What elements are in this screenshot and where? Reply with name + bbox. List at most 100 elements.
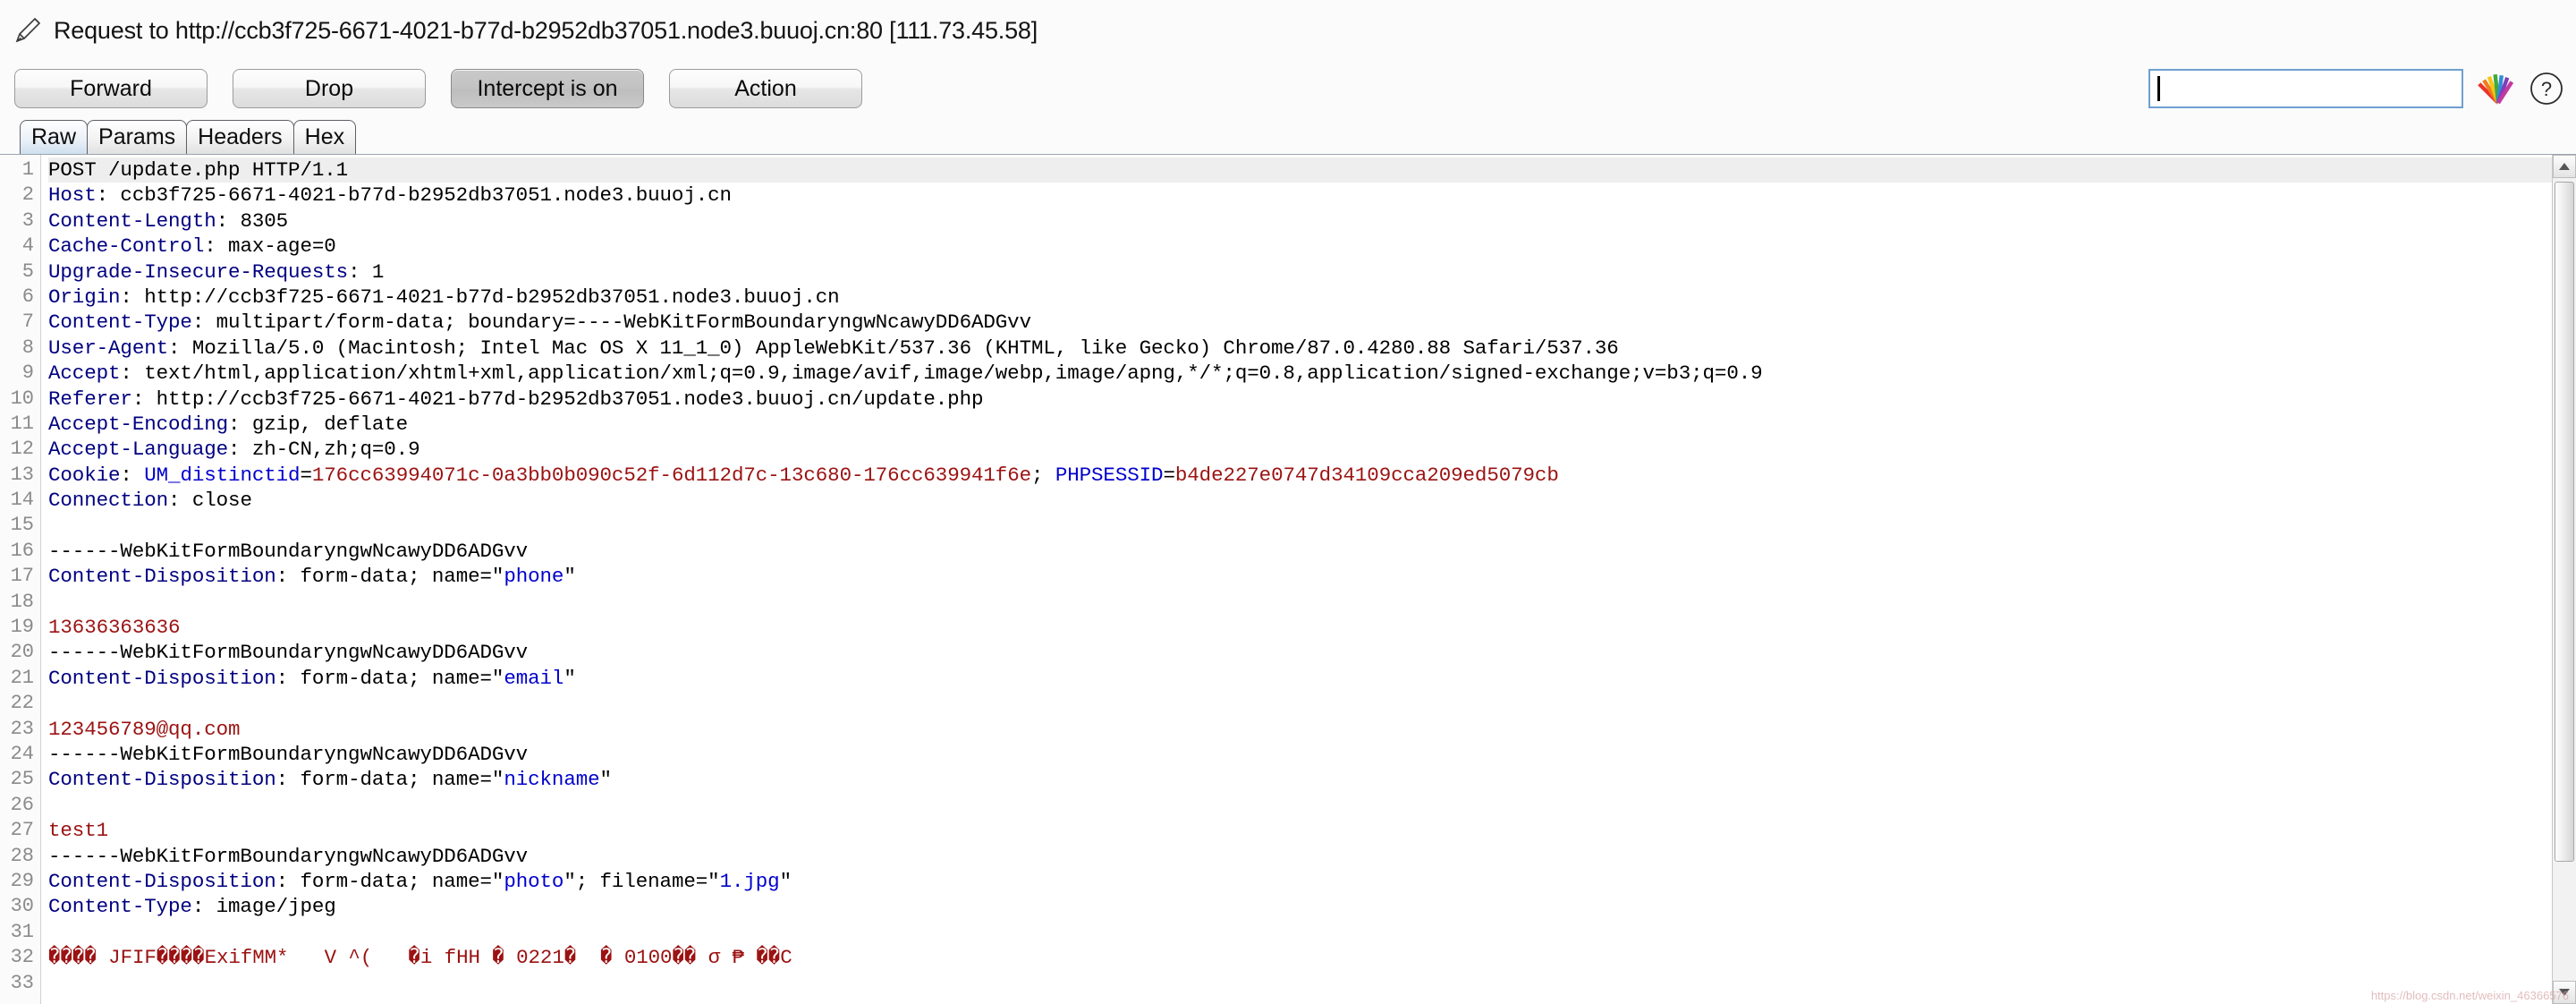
line-number: 26 (10, 793, 34, 816)
code-segment: POST /update.php HTTP/1.1 (48, 158, 349, 182)
line-number: 13 (10, 463, 34, 486)
request-text[interactable]: POST /update.php HTTP/1.1 Host: ccb3f725-… (41, 155, 2552, 1004)
code-line: Content-Length: 8305 (48, 208, 2552, 234)
message-tabs: Raw Params Headers Hex (0, 116, 2576, 154)
line-number: 21 (10, 666, 34, 689)
code-segment: User-Agent (48, 336, 169, 360)
tab-raw[interactable]: Raw (20, 120, 89, 154)
help-question-icon[interactable]: ? (2528, 70, 2565, 107)
code-segment: : close (168, 489, 252, 513)
forward-button[interactable]: Forward (14, 69, 208, 108)
code-line: Accept: text/html,application/xhtml+xml,… (48, 361, 2552, 386)
code-line: ------WebKitFormBoundaryngwNcawyDD6ADGvv (48, 539, 2552, 564)
line-number: 29 (10, 869, 34, 892)
toolbar-right-group: ? (2148, 61, 2565, 116)
search-field-wrapper[interactable] (2148, 69, 2463, 108)
burp-intercept-window: Request to http://ccb3f725-6671-4021-b77… (0, 0, 2576, 1004)
line-number: 22 (10, 692, 34, 715)
code-segment: test1 (48, 819, 109, 843)
line-number: 1 (21, 158, 34, 181)
code-segment: ------WebKitFormBoundaryngwNcawyDD6ADGvv (48, 844, 529, 868)
line-number: 10 (10, 387, 34, 410)
line-number: 18 (10, 590, 34, 613)
line-number: 24 (10, 742, 34, 765)
code-line: Accept-Encoding: gzip, deflate (48, 412, 2552, 437)
code-segment: nickname (504, 768, 600, 792)
code-segment: ------WebKitFormBoundaryngwNcawyDD6ADGvv (48, 539, 529, 563)
code-segment: Content-Length (48, 208, 216, 233)
code-line: Content-Disposition: form-data; name="ni… (48, 767, 2552, 792)
raw-editor[interactable]: 1 2 3 4 5 6 7 8 9 10 11 12 13 14 15 16 17 18 19 20 21 22 23 24 2… (0, 155, 2552, 1004)
title-bar: Request to http://ccb3f725-6671-4021-b77… (0, 0, 2576, 61)
code-segment: Content-Disposition (48, 869, 276, 893)
code-line: Content-Type: image/jpeg (48, 894, 2552, 919)
line-number: 33 (10, 971, 34, 994)
code-segment: " (564, 565, 576, 589)
tab-headers[interactable]: Headers (186, 120, 294, 154)
code-line: User-Agent: Mozilla/5.0 (Macintosh; Inte… (48, 336, 2552, 361)
code-segment: : form-data; name=" (275, 869, 504, 893)
code-segment: Host (48, 183, 97, 208)
editor-vertical-scrollbar[interactable] (2552, 155, 2576, 1004)
scrollbar-thumb[interactable] (2555, 182, 2574, 862)
code-segment: : form-data; name=" (275, 768, 504, 792)
code-segment: = (300, 463, 312, 487)
code-line: ------WebKitFormBoundaryngwNcawyDD6ADGvv (48, 640, 2552, 665)
intercept-toolbar: Forward Drop Intercept is on Action ? (0, 61, 2576, 116)
burp-suite-logo-icon (2478, 71, 2519, 106)
raw-editor-panel: 1 2 3 4 5 6 7 8 9 10 11 12 13 14 15 16 17 18 19 20 21 22 23 24 2… (0, 154, 2576, 1004)
line-number: 19 (10, 616, 34, 639)
code-line: test1 (48, 818, 2552, 843)
page-title: Request to http://ccb3f725-6671-4021-b77… (54, 16, 1038, 44)
line-number: 28 (10, 844, 34, 867)
code-line: Host: ccb3f725-6671-4021-b77d-b2952db370… (48, 183, 2552, 208)
code-line: Origin: http://ccb3f725-6671-4021-b77d-b… (48, 285, 2552, 310)
code-segment: : gzip, deflate (228, 412, 409, 436)
code-segment: ; (1031, 463, 1055, 487)
code-segment: : text/html,application/xhtml+xml,applic… (120, 362, 1763, 386)
line-number: 14 (10, 489, 34, 512)
code-segment: : 1 (348, 260, 385, 284)
code-segment: Accept-Language (48, 438, 229, 462)
code-segment: "; filename=" (564, 869, 720, 893)
scroll-up-arrow-icon[interactable] (2553, 155, 2576, 178)
code-segment: : image/jpeg (191, 895, 336, 919)
line-number: 17 (10, 565, 34, 588)
code-segment: Origin (48, 285, 121, 309)
line-number: 4 (21, 234, 34, 258)
code-line: 123456789@qq.com (48, 717, 2552, 742)
drop-button[interactable]: Drop (233, 69, 426, 108)
code-segment: PHPSESSID (1055, 463, 1164, 487)
code-segment: : http://ccb3f725-6671-4021-b77d-b2952db… (120, 285, 840, 309)
action-button[interactable]: Action (669, 69, 862, 108)
code-segment: " (599, 768, 613, 792)
search-input[interactable] (2160, 77, 2449, 100)
code-line: Accept-Language: zh-CN,zh;q=0.9 (48, 437, 2552, 462)
code-segment: : multipart/form-data; boundary=----WebK… (191, 311, 1031, 335)
line-number: 11 (10, 412, 34, 435)
code-line: 13636363636 (48, 615, 2552, 640)
code-line: ------WebKitFormBoundaryngwNcawyDD6ADGvv (48, 742, 2552, 767)
line-number: 27 (10, 819, 34, 842)
intercept-toggle-button[interactable]: Intercept is on (451, 69, 644, 108)
pencil-icon (13, 15, 43, 46)
code-segment: : form-data; name=" (275, 666, 504, 690)
code-segment: ------WebKitFormBoundaryngwNcawyDD6ADGvv (48, 641, 529, 665)
code-segment: Content-Disposition (48, 768, 276, 792)
line-number: 3 (21, 208, 34, 232)
code-segment: Accept-Encoding (48, 412, 229, 436)
code-line: Cookie: UM_distinctid=176cc63994071c-0a3… (48, 463, 2552, 488)
code-segment: : ccb3f725-6671-4021-b77d-b2952db37051.n… (96, 183, 732, 208)
line-number: 5 (21, 260, 34, 283)
code-segment: Cookie (48, 463, 121, 487)
code-line: Connection: close (48, 488, 2552, 513)
tab-params[interactable]: Params (87, 120, 188, 154)
line-number: 2 (21, 183, 34, 207)
code-segment: Content-Type (48, 311, 192, 335)
tab-hex[interactable]: Hex (292, 120, 357, 154)
line-number: 23 (10, 717, 34, 740)
